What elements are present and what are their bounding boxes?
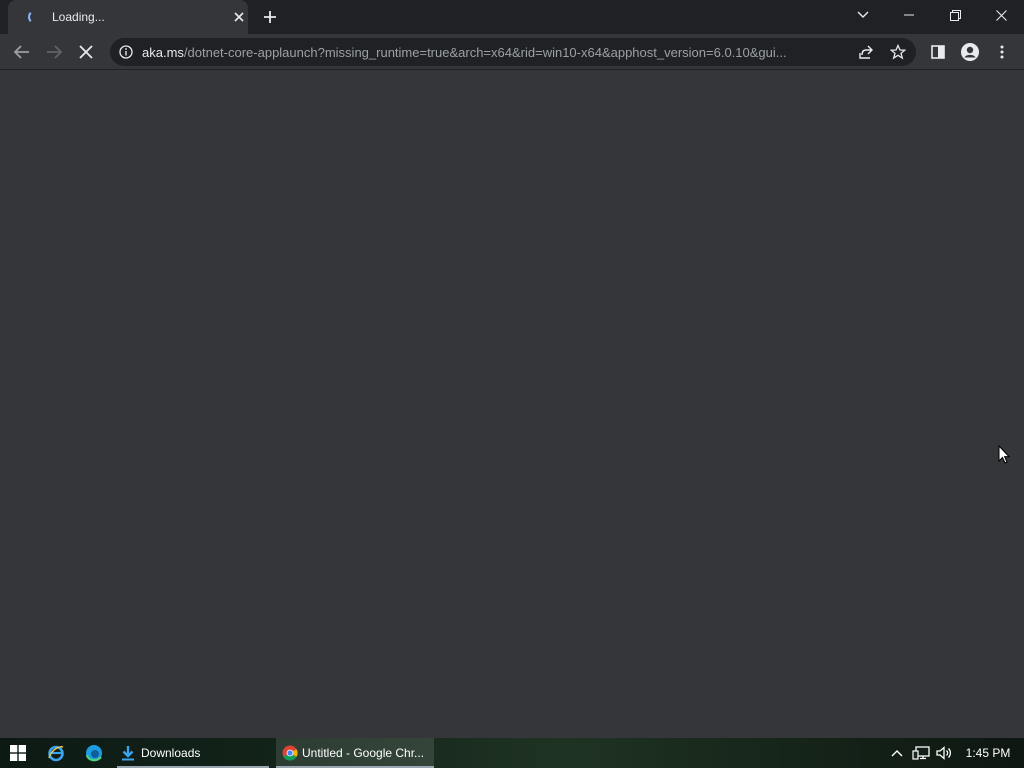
tab-close-icon[interactable]	[230, 8, 248, 26]
url-path: /dotnet-core-applaunch?missing_runtime=t…	[183, 45, 787, 60]
network-icon[interactable]	[910, 738, 932, 768]
page-content-area	[0, 70, 1024, 738]
restore-icon[interactable]	[932, 0, 978, 30]
tab-loading[interactable]: Loading...	[8, 0, 248, 34]
taskbar-app-downloads[interactable]: Downloads	[117, 738, 269, 768]
forward-arrow-icon[interactable]	[40, 38, 68, 66]
site-info-icon[interactable]	[119, 45, 133, 64]
url-text[interactable]: aka.ms/dotnet-core-applaunch?missing_run…	[142, 45, 847, 60]
tab-strip: Loading...	[0, 0, 1024, 34]
edge-icon[interactable]	[76, 738, 112, 768]
show-hidden-icons-chevron-icon[interactable]	[888, 738, 906, 768]
chrome-icon	[282, 745, 298, 764]
new-tab-button[interactable]	[258, 6, 282, 28]
taskbar-app-label: Downloads	[141, 746, 201, 760]
taskbar-app-chrome[interactable]: Untitled - Google Chr...	[276, 738, 434, 768]
minimize-icon[interactable]	[886, 0, 932, 30]
taskbar-clock[interactable]: 1:45 PM	[958, 746, 1018, 760]
bookmark-star-icon[interactable]	[889, 43, 907, 65]
url-host: aka.ms	[142, 45, 184, 60]
menu-kebab-icon[interactable]	[988, 38, 1016, 66]
stop-loading-icon[interactable]	[72, 38, 100, 66]
back-arrow-icon[interactable]	[8, 38, 36, 66]
address-bar[interactable]: aka.ms/dotnet-core-applaunch?missing_run…	[110, 38, 916, 66]
taskbar-app-label: Untitled - Google Chr...	[302, 746, 425, 760]
taskbar: Downloads Untitled - Google Chr... 1:45 …	[0, 738, 1024, 768]
mouse-cursor-icon	[998, 444, 1011, 469]
loading-spinner-icon	[28, 10, 42, 24]
close-window-icon[interactable]	[978, 0, 1024, 30]
browser-toolbar: aka.ms/dotnet-core-applaunch?missing_run…	[0, 34, 1024, 70]
share-icon[interactable]	[858, 44, 874, 65]
internet-explorer-icon[interactable]	[38, 738, 74, 768]
tab-title: Loading...	[52, 10, 105, 24]
windows-start-icon[interactable]	[0, 738, 36, 768]
side-panel-icon[interactable]	[924, 38, 952, 66]
profile-avatar-icon[interactable]	[956, 38, 984, 66]
tab-search-icon[interactable]	[840, 0, 886, 30]
download-folder-icon	[121, 745, 135, 764]
browser-window-frame: Loading... aka.ms/dotnet-core-applaunch?…	[0, 0, 1024, 70]
volume-icon[interactable]	[935, 738, 955, 768]
